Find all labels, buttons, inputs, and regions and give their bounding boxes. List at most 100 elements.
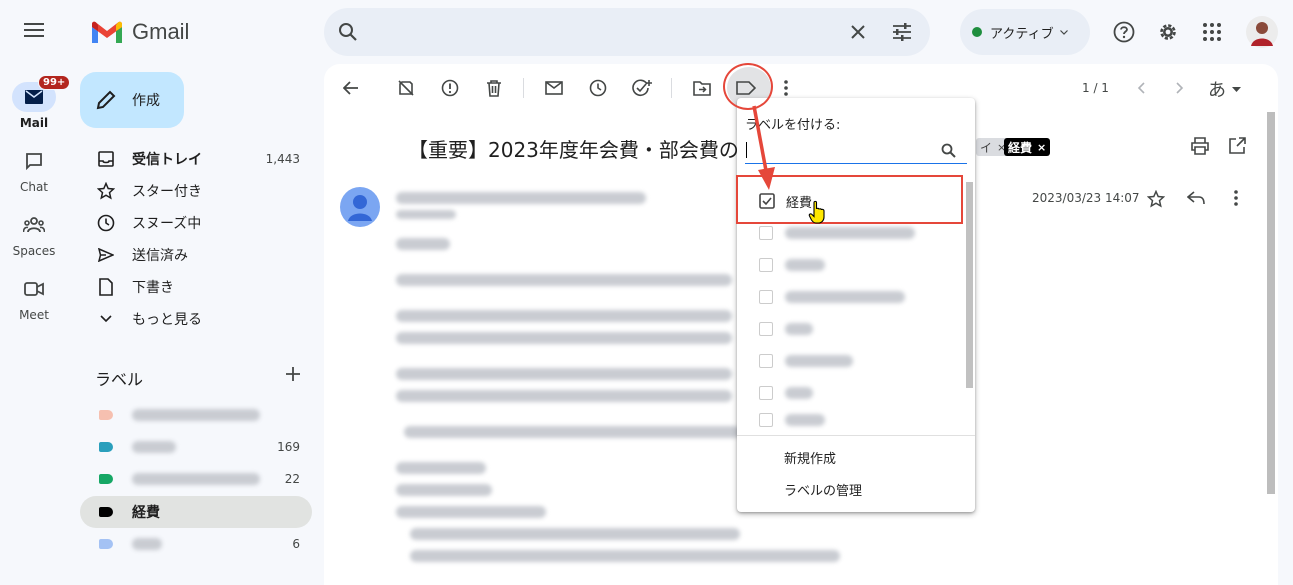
nav-item-sent[interactable]: 送信済み xyxy=(80,239,312,271)
nav-label: 受信トレイ xyxy=(132,152,202,168)
settings-gear-icon[interactable] xyxy=(1157,21,1179,43)
blurred-label-name xyxy=(132,441,176,453)
sidebar-label-item[interactable]: 6 xyxy=(80,528,312,560)
toolbar-divider xyxy=(671,78,672,98)
more-vert-icon[interactable] xyxy=(775,77,797,99)
sidebar-label-item[interactable]: 169 xyxy=(80,431,312,463)
app-rail: 99+ Mail Chat Spaces Meet xyxy=(0,0,71,585)
report-spam-icon[interactable] xyxy=(439,77,461,99)
print-icon[interactable] xyxy=(1190,137,1210,155)
newer-chevron-left-icon[interactable] xyxy=(1130,77,1152,99)
nav-item-more[interactable]: もっと見る xyxy=(80,303,312,335)
blurred-label-name xyxy=(132,538,162,550)
open-new-window-icon[interactable] xyxy=(1228,137,1246,155)
apps-grid-icon[interactable] xyxy=(1203,23,1221,41)
nav-item-inbox[interactable]: 受信トレイ 1,443 xyxy=(80,143,312,175)
back-arrow-icon[interactable] xyxy=(340,77,362,99)
hand-cursor-icon xyxy=(808,200,828,224)
manage-labels-button[interactable]: ラベルの管理 xyxy=(737,473,975,505)
message-scrollbar[interactable] xyxy=(1267,112,1275,494)
add-label-icon[interactable] xyxy=(286,367,300,381)
blurred-label-name xyxy=(132,409,260,421)
message-date: 2023/03/23 14:07 xyxy=(1032,191,1140,205)
search-icon[interactable] xyxy=(941,143,956,158)
label-count: 169 xyxy=(277,440,300,454)
add-task-icon[interactable] xyxy=(631,77,653,99)
annotation-arrow xyxy=(748,104,778,194)
more-vert-icon[interactable] xyxy=(1234,190,1238,206)
compose-button[interactable]: 作成 xyxy=(80,72,184,128)
rail-item-spaces[interactable]: Spaces xyxy=(0,210,68,258)
trash-icon[interactable] xyxy=(483,77,505,99)
gmail-logo-icon[interactable] xyxy=(90,21,124,45)
rail-item-chat[interactable]: Chat xyxy=(0,146,68,194)
nav-item-starred[interactable]: スター付き xyxy=(80,175,312,207)
nav-label: もっと見る xyxy=(132,312,202,328)
label-name: 経費 xyxy=(132,505,160,521)
label-tag-icon xyxy=(96,437,116,457)
remove-label-icon[interactable]: × xyxy=(1037,141,1046,154)
label-tag-icon xyxy=(96,502,116,522)
sidebar-label-keihi[interactable]: 経費 xyxy=(80,496,312,528)
chevron-down-icon xyxy=(1059,29,1068,35)
nav-label: 下書き xyxy=(132,280,174,296)
rail-item-meet[interactable]: Meet xyxy=(0,274,68,322)
label-chip-keihi[interactable]: 経費 × xyxy=(1004,138,1051,156)
archive-icon[interactable] xyxy=(395,77,417,99)
mail-icon: 99+ xyxy=(12,75,71,112)
sidebar-label-item[interactable] xyxy=(80,399,312,431)
chip-text: 経費 xyxy=(1008,140,1033,155)
label-option[interactable] xyxy=(737,281,975,313)
rail-label-chat: Chat xyxy=(19,180,49,194)
menu-scrollbar[interactable] xyxy=(966,182,973,388)
star-icon[interactable] xyxy=(1147,190,1165,208)
unread-badge: 99+ xyxy=(38,75,71,90)
rail-label-spaces: Spaces xyxy=(12,244,56,258)
move-to-folder-icon[interactable] xyxy=(691,77,713,99)
nav-item-drafts[interactable]: 下書き xyxy=(80,271,312,303)
rail-item-mail[interactable]: 99+ Mail xyxy=(0,75,71,130)
sidebar-label-item[interactable]: 22 xyxy=(80,463,312,495)
caret-down-icon xyxy=(1232,86,1241,92)
search-icon[interactable] xyxy=(338,22,358,42)
search-bar[interactable] xyxy=(324,8,930,56)
status-label: アクティブ xyxy=(990,26,1054,42)
label-tag-icon xyxy=(96,405,116,425)
menu-item-label: ラベルの管理 xyxy=(784,483,863,499)
account-avatar[interactable] xyxy=(1246,16,1278,48)
labels-heading: ラベル xyxy=(95,370,144,389)
clear-search-icon[interactable] xyxy=(850,24,866,40)
label-filter-input[interactable] xyxy=(745,138,967,164)
main-menu-icon[interactable] xyxy=(24,22,44,38)
draft-file-icon xyxy=(96,277,116,297)
input-tools-label: あ xyxy=(1208,80,1226,101)
search-options-icon[interactable] xyxy=(892,22,912,42)
spaces-icon xyxy=(12,210,56,240)
pencil-icon xyxy=(96,90,116,110)
clock-icon xyxy=(96,213,116,233)
chip-text: イ xyxy=(980,140,993,155)
label-option[interactable] xyxy=(737,409,975,431)
label-count: 6 xyxy=(292,537,300,551)
star-icon xyxy=(96,181,116,201)
mark-unread-icon[interactable] xyxy=(543,77,565,99)
send-icon xyxy=(96,245,116,265)
highlight-circle xyxy=(723,63,773,110)
video-icon xyxy=(12,274,56,304)
create-new-label-button[interactable]: 新規作成 xyxy=(737,441,975,473)
nav-label: 送信済み xyxy=(132,248,188,264)
help-icon[interactable] xyxy=(1113,21,1135,43)
input-tools-button[interactable]: あ xyxy=(1208,76,1241,102)
status-selector[interactable]: アクティブ xyxy=(960,9,1090,55)
rail-label-mail: Mail xyxy=(19,116,49,130)
older-chevron-right-icon[interactable] xyxy=(1169,77,1191,99)
reply-icon[interactable] xyxy=(1187,191,1205,205)
label-option[interactable] xyxy=(737,377,975,409)
snooze-clock-icon[interactable] xyxy=(587,77,609,99)
nav-item-snoozed[interactable]: スヌーズ中 xyxy=(80,207,312,239)
menu-divider xyxy=(737,435,975,436)
label-option[interactable] xyxy=(737,249,975,281)
label-option[interactable] xyxy=(737,313,975,345)
label-option[interactable] xyxy=(737,345,975,377)
sender-avatar[interactable] xyxy=(340,187,380,227)
